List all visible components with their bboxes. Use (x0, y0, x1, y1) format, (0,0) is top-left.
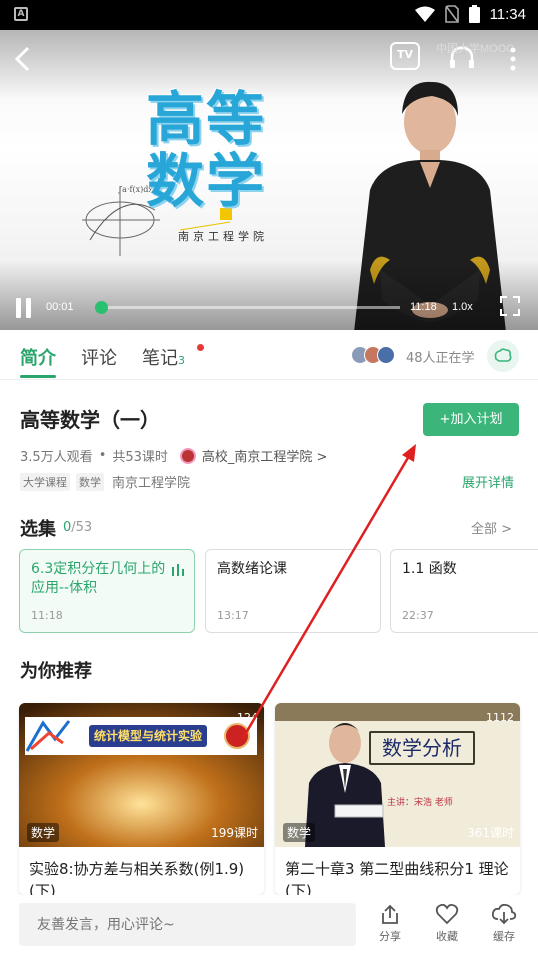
active-tab-indicator (20, 375, 56, 378)
fullscreen-icon[interactable] (500, 296, 520, 316)
download-cloud-icon (491, 903, 517, 925)
episode-card[interactable]: 1.1 函数 22:37 (390, 549, 538, 633)
lesson-count: 361课时 (467, 826, 514, 840)
episode-duration: 11:18 (31, 609, 63, 622)
episode-title: 高数绪论课 (217, 561, 287, 577)
playback-speed-button[interactable]: 1.0x (452, 301, 473, 313)
learner-avatars (351, 346, 395, 364)
expand-details-link[interactable]: 展开详情 (462, 472, 514, 491)
chat-bubble-icon (494, 348, 512, 362)
progress-bar[interactable] (95, 301, 400, 314)
app-notification-icon: A (14, 7, 28, 21)
recommend-card[interactable]: 统计模型与统计实验 124 数学 199课时 实验8:协方差与相关系数(例1.9… (19, 703, 264, 895)
episode-duration: 22:37 (402, 609, 434, 622)
total-time: 11:18 (410, 301, 437, 313)
subject-tag: 数学 (283, 823, 316, 842)
download-label: 缓存 (493, 930, 515, 943)
notes-count: 3 (178, 354, 185, 367)
episode-title: 6.3定积分在几何上的应用--体积 (31, 561, 166, 596)
progress-knob[interactable] (95, 301, 108, 314)
status-bar: A 11:34 (0, 0, 538, 30)
comment-input[interactable] (19, 903, 356, 946)
episode-title: 1.1 函数 (402, 561, 457, 577)
view-count: 3.5万人观看 (20, 450, 93, 465)
current-time: 00:01 (46, 301, 74, 313)
no-sim-icon (444, 5, 459, 23)
episode-duration: 13:17 (217, 609, 249, 622)
video-player[interactable]: ∫a·f(x)dx 高等 数学 南京工程学院 TV 中国大学MOOC 00:01… (0, 30, 538, 330)
tab-bar: 简介 评论 笔记3 48人正在学 (0, 330, 538, 380)
video-title-art: 高等 数学 (146, 85, 267, 215)
tag-school: 南京工程学院 (112, 476, 191, 491)
recommend-course-title: 第二十章3 第二型曲线积分1 理论(下) (285, 860, 509, 895)
add-to-plan-button[interactable]: +加入计划 (423, 403, 519, 436)
tab-intro[interactable]: 简介 (20, 344, 56, 370)
video-school-caption: 南京工程学院 (178, 230, 268, 243)
thumbnail-banner: 统计模型与统计实验 (93, 729, 202, 743)
recommend-card[interactable]: 数学分析 主讲：宋浩 老师 1112 数学 361课时 第二十章3 第二型曲线积… (275, 703, 520, 895)
back-arrow-icon[interactable] (10, 44, 36, 74)
clock: 11:34 (489, 5, 526, 23)
recommend-course-title: 实验8:协方差与相关系数(例1.9)(下) (29, 860, 245, 895)
school-link[interactable]: 高校_南京工程学院 > (202, 446, 328, 465)
learner-count: 124 (237, 711, 258, 724)
episode-card[interactable]: 高数绪论课 13:17 (205, 549, 381, 633)
battery-icon (468, 5, 480, 23)
school-logo-icon (179, 447, 196, 464)
learner-count: 1112 (486, 711, 514, 724)
share-label: 分享 (379, 930, 401, 943)
heart-icon (435, 903, 459, 925)
chat-bubble-button[interactable] (487, 340, 519, 372)
tag-chip[interactable]: 大学课程 (20, 472, 70, 491)
recommend-title: 为你推荐 (20, 661, 92, 682)
wifi-icon (414, 6, 435, 22)
all-episodes-link[interactable]: 全部 > (471, 518, 512, 537)
favorite-label: 收藏 (436, 930, 458, 943)
episode-card[interactable]: 6.3定积分在几何上的应用--体积 11:18 (19, 549, 195, 633)
notification-dot (197, 344, 204, 351)
course-meta: 3.5万人观看 • 共53课时 高校_南京工程学院 > (20, 446, 327, 465)
meta-separator: • (98, 448, 107, 463)
lesson-count: 共53课时 (112, 450, 168, 465)
cast-tv-button[interactable]: TV (390, 42, 420, 70)
avatar (377, 346, 395, 364)
episode-progress: 0/53 (63, 520, 93, 535)
learners-count: 48人正在学 (406, 351, 475, 366)
course-tags: 大学课程 数学 南京工程学院 (20, 472, 190, 491)
subject-tag: 数学 (27, 823, 60, 842)
now-playing-icon (172, 564, 184, 576)
tab-notes-label: 笔记 (142, 348, 178, 369)
lesson-count: 199课时 (211, 826, 258, 840)
pause-button[interactable] (14, 298, 34, 318)
more-options-icon[interactable] (506, 44, 520, 74)
tab-notes[interactable]: 笔记3 (142, 344, 185, 370)
mooc-watermark: 中国大学MOOC (436, 43, 515, 55)
bottom-bar: 分享 收藏 缓存 (0, 895, 538, 956)
episodes-title: 选集 (20, 519, 56, 540)
course-title: 高等数学（一） (20, 408, 160, 432)
favorite-button[interactable]: 收藏 (427, 903, 467, 944)
tab-comments[interactable]: 评论 (81, 344, 117, 370)
share-icon (382, 904, 398, 924)
thumbnail-banner: 数学分析 (369, 731, 475, 765)
tag-chip[interactable]: 数学 (76, 472, 104, 491)
share-button[interactable]: 分享 (370, 903, 410, 944)
download-button[interactable]: 缓存 (484, 903, 524, 944)
thumbnail-lecturer: 主讲：宋浩 老师 (387, 798, 453, 808)
